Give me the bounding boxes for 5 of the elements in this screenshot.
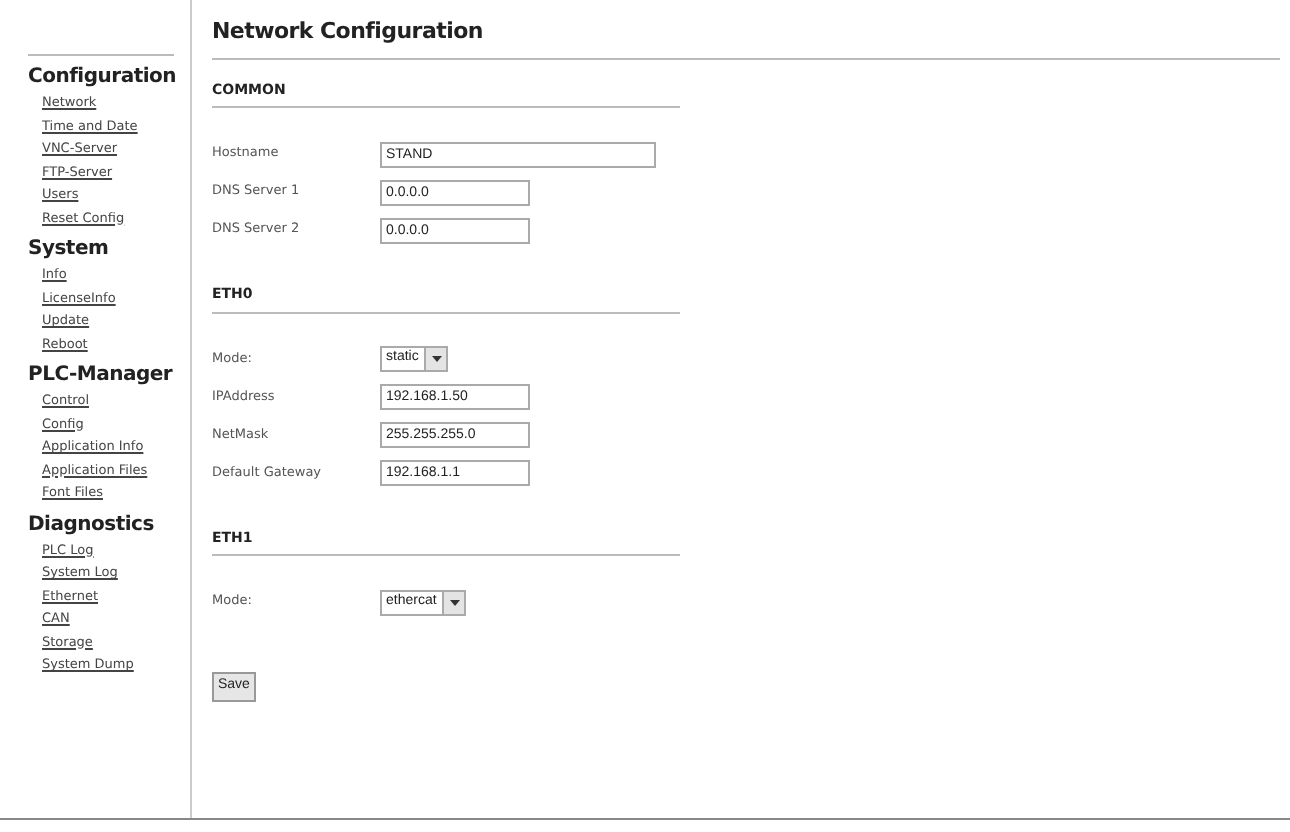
page-title: Network Configuration	[212, 16, 1280, 59]
sidebar-heading: System	[28, 236, 109, 264]
sidebar-heading: Diagnostics	[28, 511, 154, 539]
sidebar-heading: PLC-Manager	[28, 362, 173, 390]
sidebar-heading: Configuration	[28, 64, 177, 92]
